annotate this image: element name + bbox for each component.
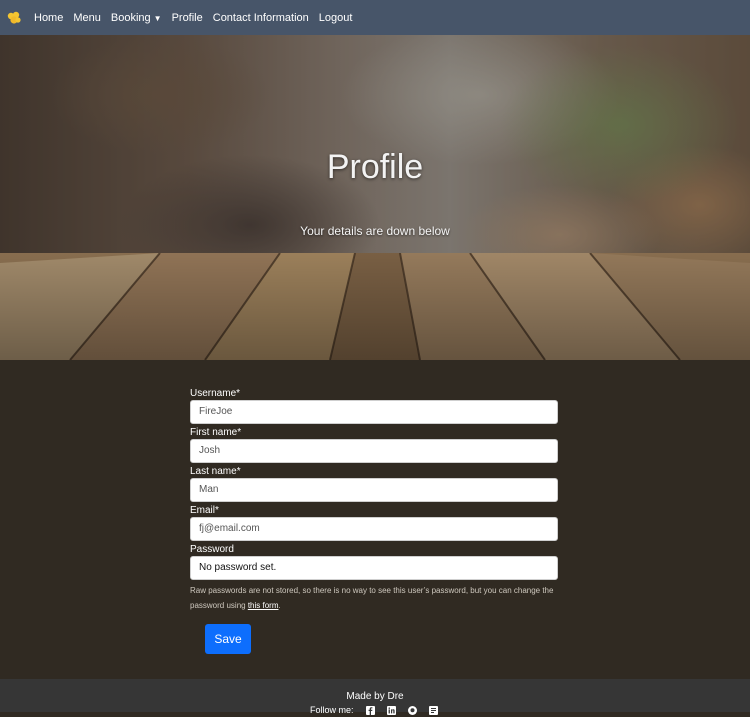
password-field: No password set.: [190, 556, 558, 580]
username-label: Username*: [190, 388, 241, 399]
email-input[interactable]: fj@email.com: [190, 517, 558, 541]
website-icon[interactable]: [428, 705, 438, 715]
caret-down-icon: ▼: [153, 13, 162, 23]
wood-table-image: [0, 253, 750, 360]
help-text-after: .: [278, 601, 281, 610]
username-input[interactable]: FireJoe: [190, 400, 558, 424]
linkedin-icon[interactable]: [386, 705, 396, 715]
hero-banner: Profile Your details are down below: [0, 35, 750, 253]
change-password-link[interactable]: this form: [248, 601, 279, 610]
facebook-icon[interactable]: [365, 705, 375, 715]
brand-logo-icon[interactable]: [6, 10, 22, 26]
follow-label: Follow me:: [310, 705, 354, 715]
page-title: Profile: [326, 148, 424, 186]
footer-follow: Follow me:: [310, 705, 438, 715]
nav-booking-label: Booking: [110, 11, 151, 24]
nav-profile[interactable]: Profile: [172, 12, 203, 24]
nav-menu[interactable]: Menu: [73, 12, 101, 24]
password-label: Password: [190, 544, 234, 555]
email-label: Email*: [190, 505, 219, 516]
nav-logout[interactable]: Logout: [319, 12, 353, 24]
help-text-before: Raw passwords are not stored, so there i…: [190, 586, 554, 610]
profile-form: Username* FireJoe First name* Josh Last …: [190, 387, 558, 613]
nav-booking-dropdown[interactable]: Booking ▼: [111, 12, 162, 24]
footer: Made by Dre Follow me:: [0, 679, 750, 715]
github-icon[interactable]: [407, 705, 417, 715]
first-name-input[interactable]: Josh: [190, 439, 558, 463]
nav-home[interactable]: Home: [34, 12, 63, 24]
password-help-text: Raw passwords are not stored, so there i…: [190, 583, 558, 613]
last-name-input[interactable]: Man: [190, 478, 558, 502]
footer-credit: Made by Dre: [346, 691, 404, 702]
first-name-label: First name*: [190, 427, 242, 438]
page-subtitle: Your details are down below: [300, 224, 450, 238]
last-name-label: Last name*: [190, 466, 241, 477]
save-button[interactable]: Save: [205, 624, 251, 654]
top-navbar: Home Menu Booking ▼ Profile Contact Infor…: [0, 0, 750, 35]
nav-contact-information[interactable]: Contact Information: [213, 12, 309, 24]
